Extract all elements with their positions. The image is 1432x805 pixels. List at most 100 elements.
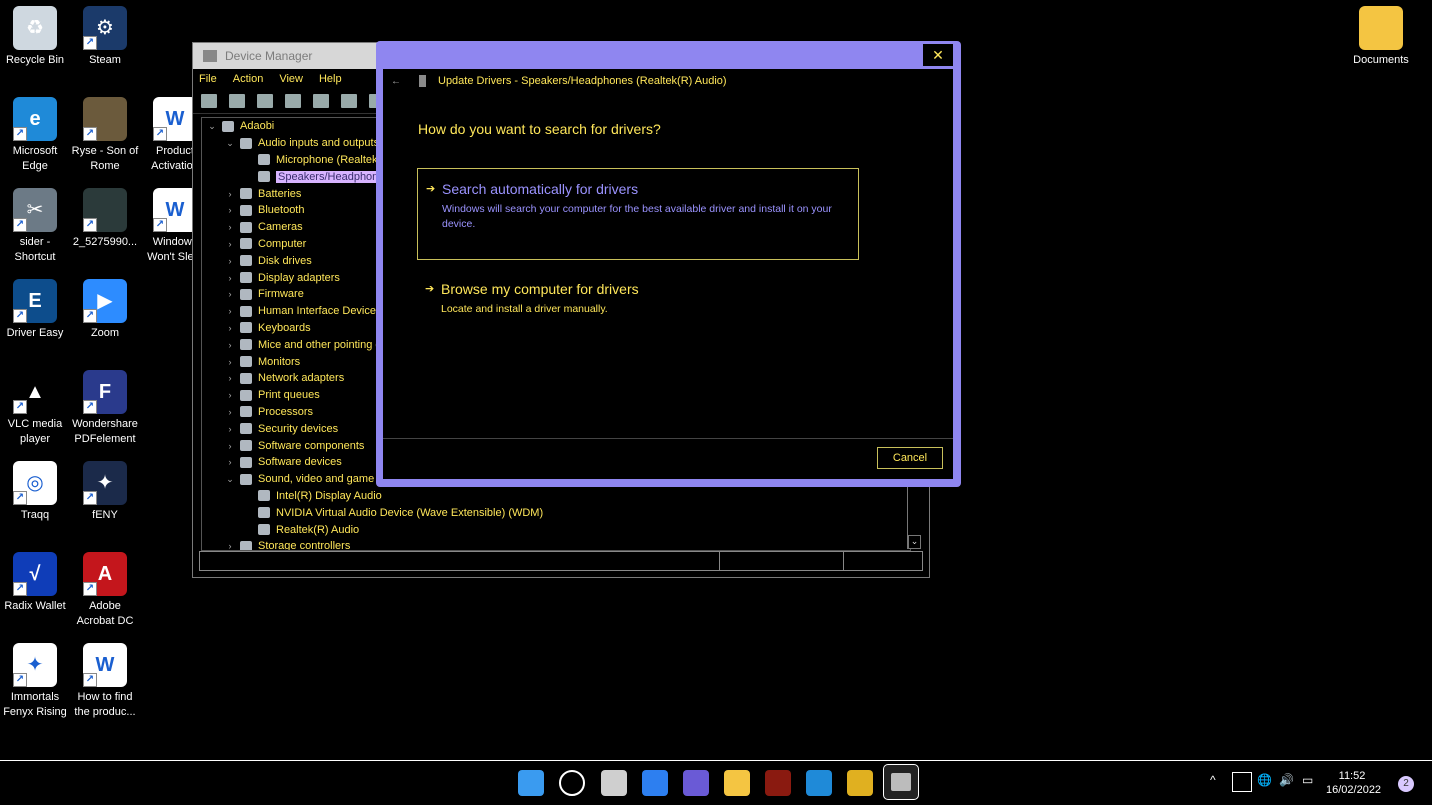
- desktop-icon[interactable]: ⚙ ↗ Steam: [70, 6, 140, 68]
- desktop-icon[interactable]: ✦ ↗ Immortals Fenyx Rising: [0, 643, 70, 720]
- desktop-icon[interactable]: Documents: [1346, 6, 1416, 68]
- tree-item-label: Bluetooth: [258, 204, 305, 217]
- menu-help[interactable]: Help: [319, 73, 342, 85]
- device-icon: [222, 120, 234, 132]
- update-drivers-dialog[interactable]: ✕ ← Update Drivers - Speakers/Headphones…: [376, 41, 961, 487]
- chevron-down-icon[interactable]: ⌄: [206, 121, 218, 132]
- chevron-right-icon[interactable]: ›: [224, 357, 236, 367]
- device-icon: [240, 356, 252, 368]
- tools-icon: ✂ ↗: [13, 188, 57, 232]
- desktop-icon[interactable]: E ↗ Driver Easy: [0, 279, 70, 341]
- desktop-icon[interactable]: ◎ ↗ Traqq: [0, 461, 70, 523]
- desktop-icon[interactable]: ↗ Ryse - Son of Rome: [70, 97, 140, 174]
- desktop-icon[interactable]: A ↗ Adobe Acrobat DC: [70, 552, 140, 629]
- dialog-question: How do you want to search for drivers?: [418, 121, 661, 137]
- chevron-right-icon[interactable]: ›: [224, 273, 236, 283]
- desktop-icon[interactable]: ✂ ↗ sider - Shortcut: [0, 188, 70, 265]
- chevron-right-icon[interactable]: ›: [224, 441, 236, 451]
- desktop-icon-label: Microsoft Edge: [12, 145, 58, 172]
- tree-scrollbar[interactable]: ⌄: [907, 483, 922, 549]
- desktop-icon-label: fENY: [92, 509, 118, 521]
- chevron-right-icon[interactable]: ›: [224, 205, 236, 215]
- search-button[interactable]: [559, 770, 585, 796]
- chevron-right-icon[interactable]: ›: [224, 373, 236, 383]
- close-icon[interactable]: ✕: [923, 44, 953, 66]
- task-view-button[interactable]: [601, 770, 627, 796]
- chevron-right-icon[interactable]: ›: [224, 289, 236, 299]
- desktop-icon[interactable]: ♻ Recycle Bin: [0, 6, 70, 68]
- tree-item-label: Firmware: [258, 288, 304, 301]
- properties-icon[interactable]: [257, 94, 273, 108]
- tray-app-icon[interactable]: [1232, 772, 1252, 792]
- widgets-button[interactable]: [642, 770, 668, 796]
- desktop-icon[interactable]: e ↗ Microsoft Edge: [0, 97, 70, 174]
- device-manager-taskbar-button[interactable]: [883, 764, 919, 800]
- cancel-button[interactable]: Cancel: [877, 447, 943, 469]
- chevron-right-icon[interactable]: ›: [224, 340, 236, 350]
- chevron-right-icon[interactable]: ›: [224, 189, 236, 199]
- desktop-icon[interactable]: ✦ ↗ fENY: [70, 461, 140, 523]
- desktop-icon-label: Traqq: [20, 509, 50, 521]
- edge-taskbar-button[interactable]: [806, 770, 832, 796]
- chevron-right-icon[interactable]: ›: [224, 222, 236, 232]
- chevron-right-icon[interactable]: ›: [224, 541, 236, 550]
- start-button[interactable]: [518, 770, 544, 796]
- desktop-icon[interactable]: F ↗ Wondershare PDFelement: [70, 370, 140, 447]
- app-button-1[interactable]: [765, 770, 791, 796]
- chevron-right-icon[interactable]: ›: [224, 390, 236, 400]
- browse-computer-option[interactable]: ➔ Browse my computer for drivers Locate …: [417, 269, 859, 361]
- forward-arrow-icon[interactable]: [229, 94, 245, 108]
- back-arrow-icon[interactable]: [201, 94, 217, 108]
- chevron-right-icon[interactable]: ›: [224, 323, 236, 333]
- chevron-right-icon[interactable]: ›: [224, 239, 236, 249]
- chevron-up-icon[interactable]: ^: [1210, 773, 1216, 787]
- tree-item-label: Display adapters: [258, 271, 340, 284]
- battery-icon[interactable]: ▭: [1302, 773, 1313, 787]
- desktop-icon[interactable]: ↗ 2_5275990...: [70, 188, 140, 250]
- file-explorer-button[interactable]: [724, 770, 750, 796]
- update-driver-icon[interactable]: [341, 94, 357, 108]
- menu-action[interactable]: Action: [233, 73, 264, 85]
- chevron-right-icon[interactable]: ›: [224, 407, 236, 417]
- back-arrow-icon[interactable]: ←: [391, 76, 401, 87]
- chevron-down-icon[interactable]: ⌄: [224, 138, 236, 149]
- menu-file[interactable]: File: [199, 73, 217, 85]
- shortcut-arrow-icon: ↗: [83, 218, 97, 232]
- device-icon: [258, 507, 270, 519]
- desktop-icon[interactable]: ▲ ↗ VLC media player: [0, 370, 70, 447]
- scroll-down-icon[interactable]: ⌄: [908, 535, 921, 549]
- immortals-icon: ✦ ↗: [13, 643, 57, 687]
- device-icon: [240, 305, 252, 317]
- chevron-right-icon[interactable]: ›: [224, 256, 236, 266]
- search-automatically-option[interactable]: ➔ Search automatically for drivers Windo…: [417, 168, 859, 260]
- chevron-right-icon[interactable]: ›: [224, 457, 236, 467]
- device-icon: [240, 288, 252, 300]
- desktop-icon-label: How to find the produc...: [74, 691, 136, 718]
- tree-item-label: Cameras: [258, 221, 303, 234]
- help-icon[interactable]: [313, 94, 329, 108]
- tree-item[interactable]: › Storage controllers: [202, 538, 910, 550]
- tree-item[interactable]: Intel(R) Display Audio: [202, 488, 910, 505]
- folder-icon: [1359, 6, 1403, 50]
- network-icon[interactable]: 🌐: [1257, 773, 1272, 787]
- desktop-icon[interactable]: √ ↗ Radix Wallet: [0, 552, 70, 614]
- device-icon: [258, 154, 270, 166]
- volume-icon[interactable]: 🔊: [1279, 773, 1294, 787]
- chevron-right-icon[interactable]: ›: [224, 306, 236, 316]
- desktop-icon[interactable]: W ↗ How to find the produc...: [70, 643, 140, 720]
- menu-view[interactable]: View: [279, 73, 303, 85]
- tree-item[interactable]: NVIDIA Virtual Audio Device (Wave Extens…: [202, 504, 910, 521]
- tree-item-label: Software components: [258, 439, 365, 452]
- list-view-icon[interactable]: [285, 94, 301, 108]
- device-icon: [240, 423, 252, 435]
- clock[interactable]: 11:52 16/02/2022: [1326, 769, 1381, 797]
- desktop-icon-label: sider - Shortcut: [14, 236, 56, 263]
- desktop-icon[interactable]: ▶ ↗ Zoom: [70, 279, 140, 341]
- notification-badge[interactable]: 2: [1398, 776, 1414, 792]
- tree-item[interactable]: Realtek(R) Audio: [202, 521, 910, 538]
- teams-chat-button[interactable]: [683, 770, 709, 796]
- chevron-down-icon[interactable]: ⌄: [224, 474, 236, 485]
- dialog-body: ← Update Drivers - Speakers/Headphones (…: [383, 69, 953, 479]
- chrome-taskbar-button[interactable]: [847, 770, 873, 796]
- chevron-right-icon[interactable]: ›: [224, 424, 236, 434]
